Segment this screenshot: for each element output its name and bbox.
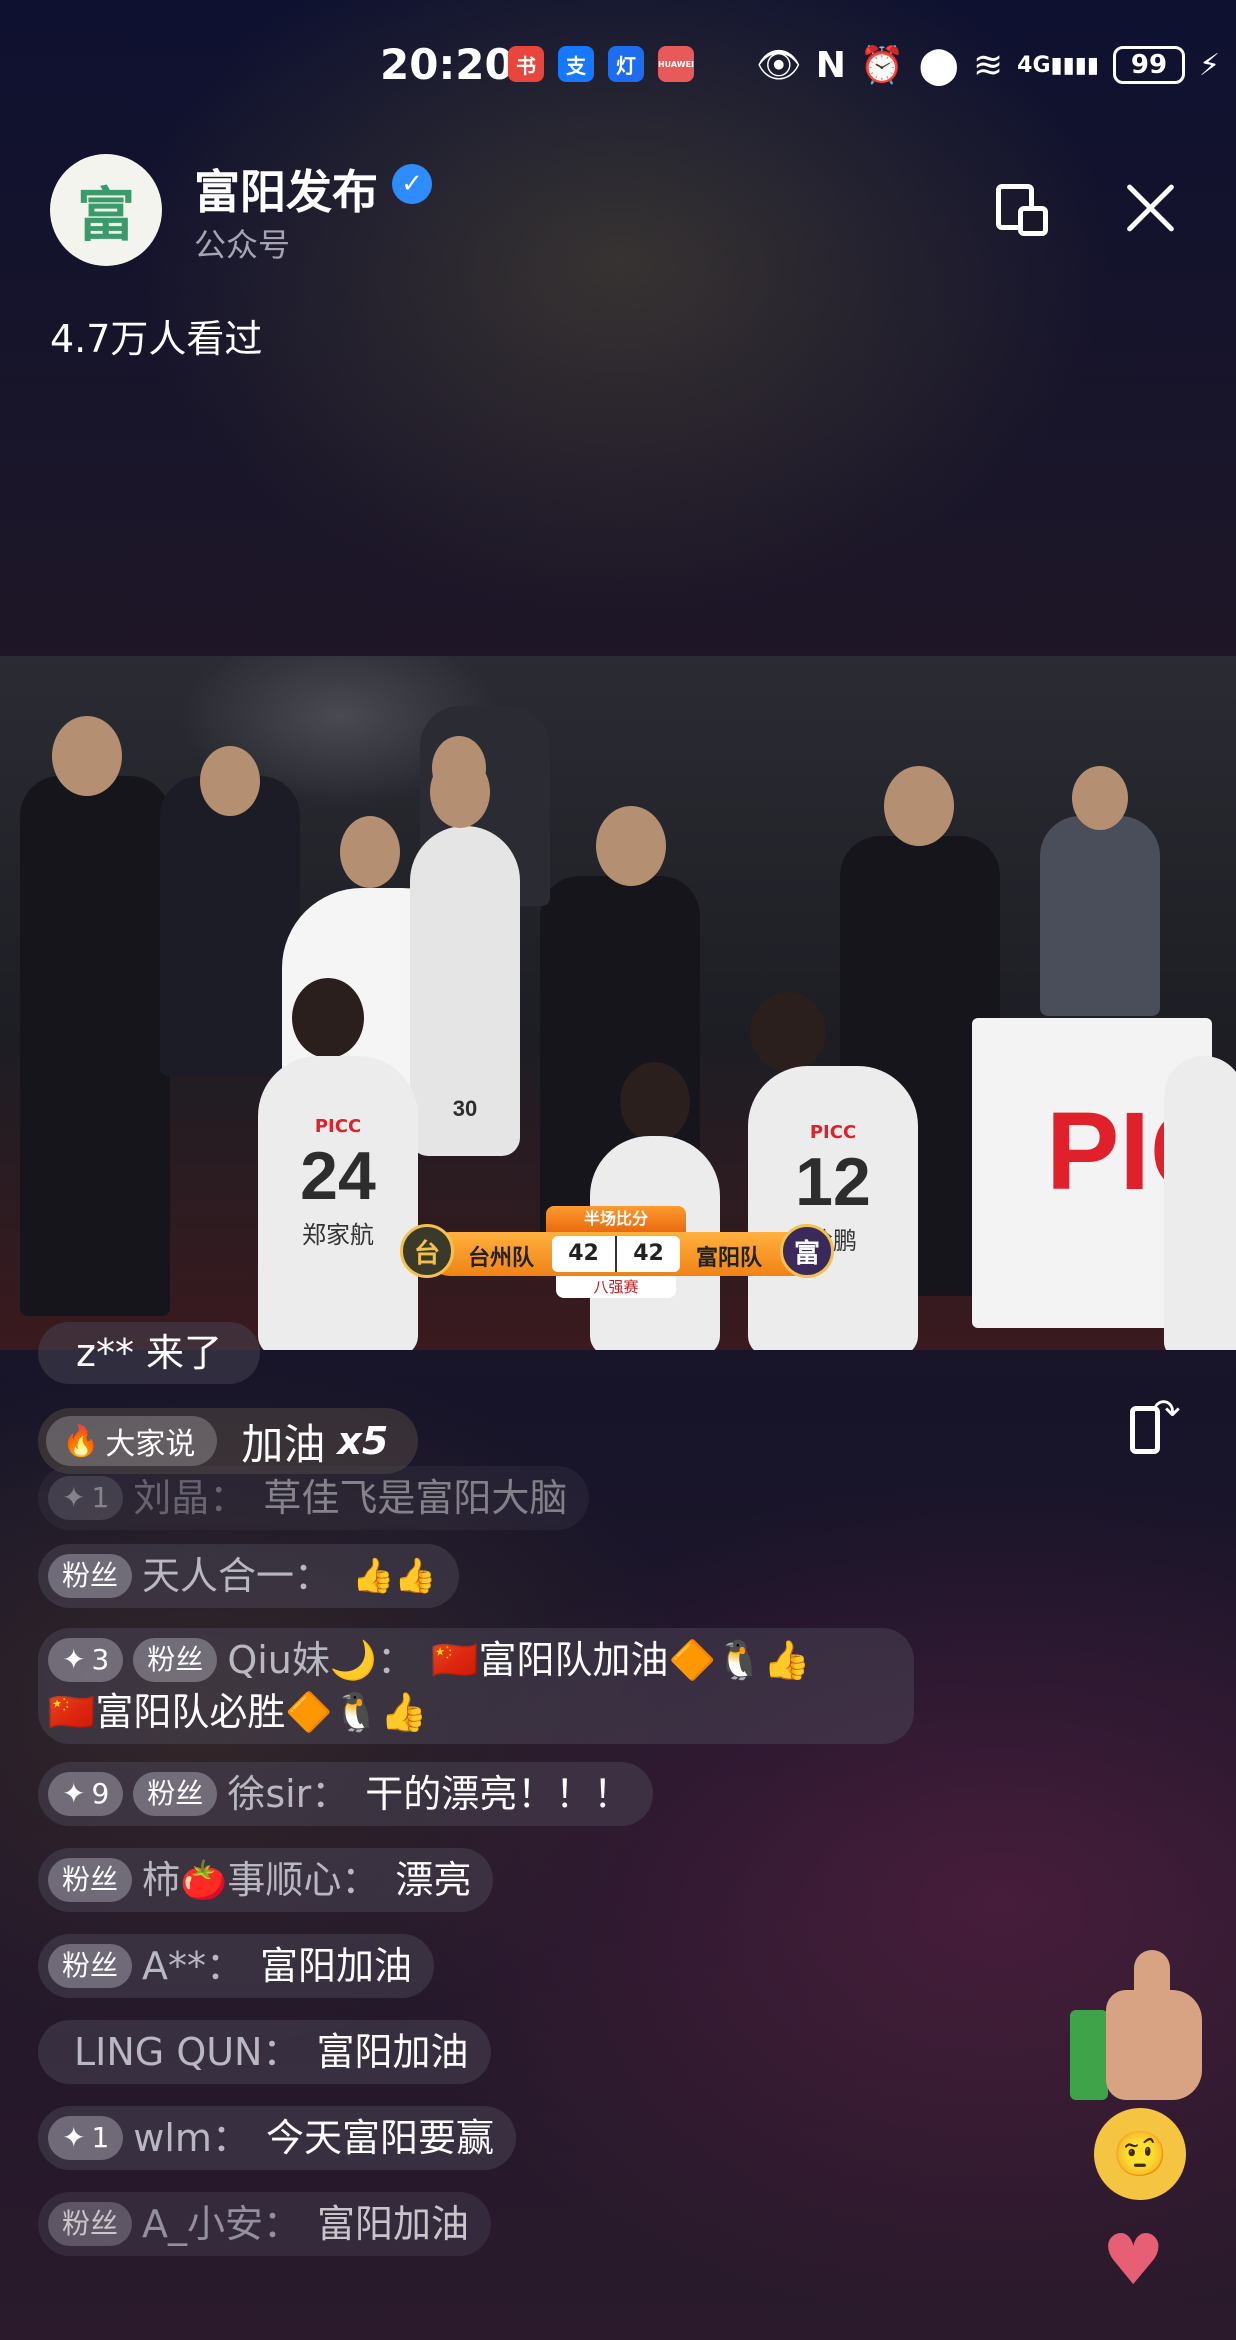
fan-badge: 粉丝: [48, 1554, 133, 1598]
wifi-icon: ≋: [972, 44, 1004, 86]
account-name[interactable]: 富阳发布: [194, 156, 378, 222]
status-bar: 20:20 书 支 灯 HUAWEI 👁 N ⏰ ⬤ ≋ 4G▮▮▮▮ 99 ⚡: [0, 40, 1236, 96]
notification-icons: 书 支 灯 HUAWEI: [508, 46, 694, 82]
chat-text: 🇨🇳富阳队加油🔶🐧👍: [431, 1638, 811, 1682]
emoji-face-icon: 🤨: [1094, 2108, 1186, 2200]
like-area[interactable]: 🤨 ♥: [1050, 1950, 1230, 2295]
location-icon: ⬤: [918, 44, 959, 86]
level-badge: ✦ 3: [48, 1638, 124, 1682]
chat-message: ✦ 1 刘晶： 草佳飞是富阳大脑: [38, 1466, 590, 1530]
floating-window-button[interactable]: [996, 180, 1054, 238]
chat-text: 富阳加油: [260, 1944, 413, 1988]
scoreboard-title: 半场比分: [546, 1206, 686, 1232]
chat-message: ✦ 3 粉丝 Qiu妹🌙： 🇨🇳富阳队加油🔶🐧👍 🇨🇳富阳队必胜🔶🐧👍: [38, 1628, 914, 1744]
chat-message: LING QUN： 富阳加油: [38, 2020, 491, 2084]
level-badge: ✦ 1: [48, 1476, 124, 1520]
thumbs-up-icon: 👍👍: [352, 1556, 437, 1596]
scores: 42 42: [552, 1236, 680, 1272]
account-avatar[interactable]: 富: [50, 154, 162, 266]
chat-username: 刘晶：: [133, 1476, 248, 1520]
away-score: 42: [615, 1236, 680, 1272]
rotate-screen-button[interactable]: ↷: [1126, 1392, 1190, 1458]
fan-badge: 粉丝: [133, 1638, 218, 1682]
join-notice: z** 来了: [38, 1322, 261, 1384]
home-team-name: 台州队: [468, 1246, 535, 1271]
fan-badge: 粉丝: [133, 1772, 218, 1816]
hot-comment-text: 加油: [241, 1419, 326, 1469]
viewer-count: 4.7万人看过: [50, 317, 263, 361]
chat-username: 天人合一：: [142, 1554, 333, 1598]
chat-message: 粉丝 天人合一： 👍👍: [38, 1544, 459, 1608]
chat-text: 今天富阳要赢: [265, 2116, 494, 2160]
huawei-app-icon: HUAWEI: [658, 46, 694, 82]
system-icons: 👁 N ⏰ ⬤ ≋ 4G▮▮▮▮ 99 ⚡: [756, 44, 1221, 87]
bulb-app-icon: 灯: [608, 46, 644, 82]
away-team-name: 富阳队: [696, 1246, 763, 1271]
chat-text: 漂亮: [395, 1858, 472, 1902]
book-app-icon: 书: [508, 46, 544, 82]
chat-username: A_小安：: [142, 2202, 302, 2246]
fan-badge: 粉丝: [48, 1858, 133, 1902]
fan-badge: 粉丝: [48, 2202, 133, 2246]
nfc-icon: N: [815, 44, 846, 86]
fire-icon: 🔥: [62, 1423, 100, 1459]
charging-icon: ⚡: [1198, 47, 1221, 83]
level-badge: ✦ 9: [48, 1772, 124, 1816]
chat-username: 徐sir：: [227, 1772, 350, 1816]
cellular-icon: 4G▮▮▮▮: [1017, 52, 1099, 78]
eye-icon: 👁: [756, 45, 802, 86]
chat-list[interactable]: ✦ 1 刘晶： 草佳飞是富阳大脑 粉丝 天人合一： 👍👍 ✦ 3 粉丝 Qiu妹…: [38, 1466, 938, 2266]
verified-icon: ✓: [392, 164, 432, 204]
chat-username: 柿🍅事顺心：: [142, 1858, 380, 1902]
home-score: 42: [568, 1241, 599, 1266]
chat-username: A**：: [142, 1944, 245, 1988]
home-team-logo: 台: [400, 1224, 454, 1278]
chat-message: ✦ 9 粉丝 徐sir： 干的漂亮！！！: [38, 1762, 654, 1826]
like-heart-button[interactable]: ♥: [1102, 2225, 1165, 2295]
battery-icon: 99: [1112, 46, 1185, 84]
chat-username: Qiu妹🌙：: [227, 1638, 416, 1682]
chat-message: ✦ 1 wlm： 今天富阳要赢: [38, 2106, 516, 2170]
scoreboard: 半场比分 台 台州队 42 42 富阳队 富 八强赛: [400, 1206, 834, 1298]
alipay-app-icon: 支: [558, 46, 594, 82]
hot-tag: 🔥 大家说: [46, 1416, 218, 1466]
hot-comment-row[interactable]: 🔥 大家说 加油 x5: [38, 1408, 419, 1474]
away-team-logo: 富: [780, 1224, 834, 1278]
chat-text-line2: 🇨🇳富阳队必胜🔶🐧👍: [48, 1690, 428, 1734]
status-time: 20:20: [380, 40, 514, 89]
alarm-icon: ⏰: [859, 45, 905, 86]
chat-message: 粉丝 A_小安： 富阳加油: [38, 2192, 492, 2256]
chat-username: LING QUN：: [74, 2030, 301, 2074]
chat-text: 富阳加油: [316, 2030, 469, 2074]
chat-text: 草佳飞是富阳大脑: [263, 1476, 568, 1520]
level-badge: ✦ 1: [48, 2116, 124, 2160]
account-type: 公众号: [194, 226, 291, 264]
round-label: 八强赛: [556, 1276, 676, 1298]
close-button[interactable]: [1122, 180, 1178, 236]
chat-message: 粉丝 A**： 富阳加油: [38, 1934, 435, 1998]
fan-badge: 粉丝: [48, 1944, 133, 1988]
player-24: PICC 24 郑家航: [258, 1056, 418, 1350]
chat-message: 粉丝 柿🍅事顺心： 漂亮: [38, 1848, 494, 1912]
chat-text: 富阳加油: [317, 2202, 470, 2246]
thumbs-up-icon: [1070, 1950, 1202, 2100]
chat-username: wlm：: [133, 2116, 250, 2160]
chat-text: 干的漂亮！！！: [365, 1772, 632, 1816]
hot-comment-count: x5: [337, 1419, 389, 1463]
